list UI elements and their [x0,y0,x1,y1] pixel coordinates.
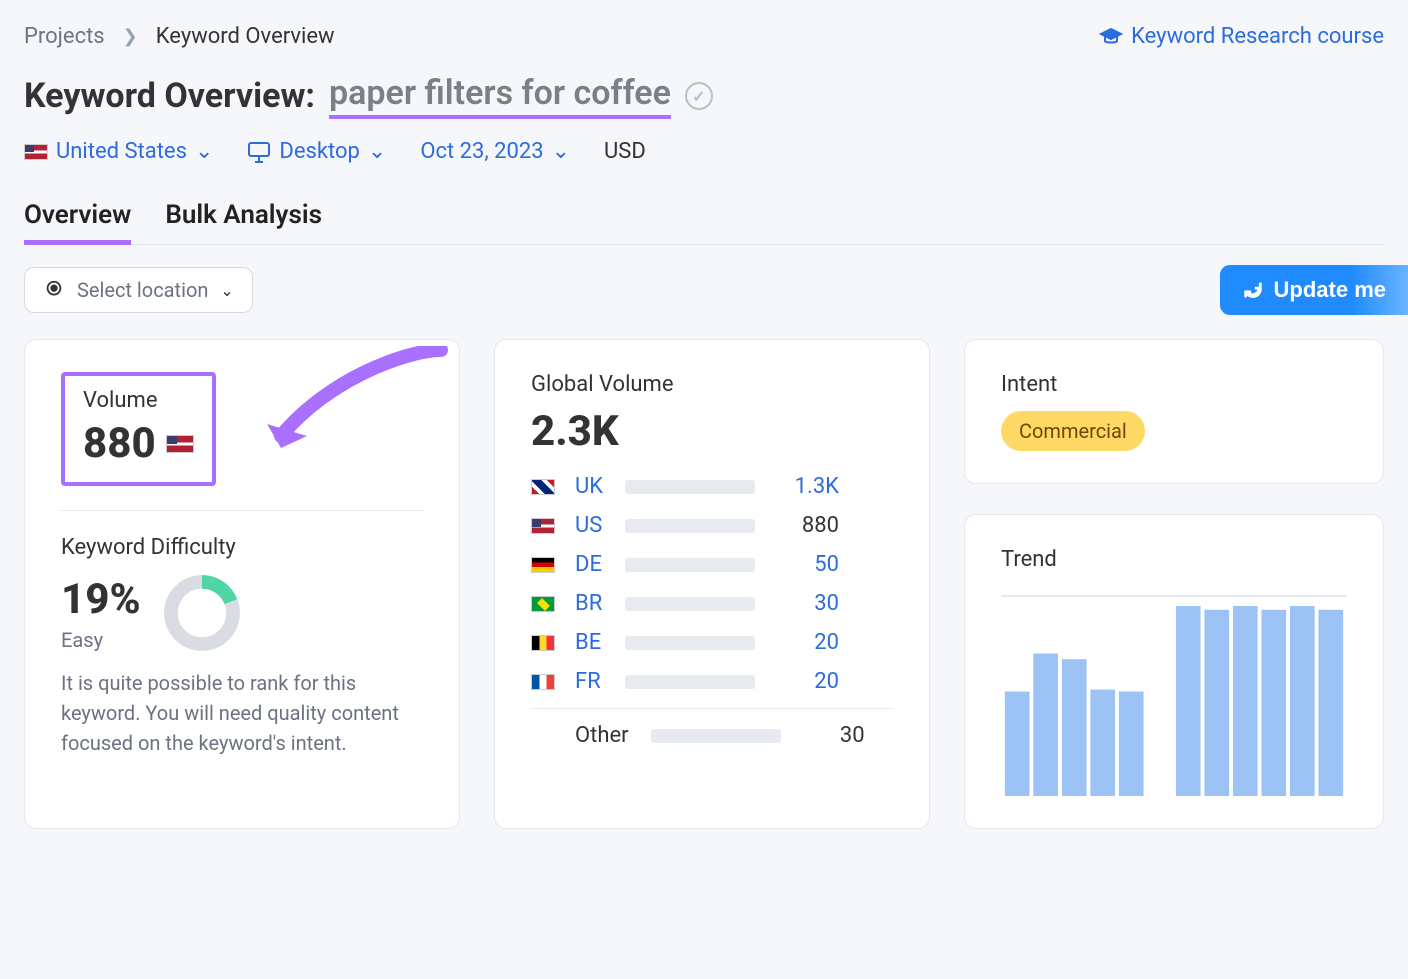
annotation-arrow-icon [261,346,461,476]
chevron-down-icon: ⌄ [368,139,386,164]
country-code[interactable]: BR [575,591,611,616]
update-button-label: Update me [1274,277,1386,303]
currency-label: USD [604,139,646,164]
global-volume-row: BR 30 [531,591,893,616]
divider [61,510,423,511]
date-filter[interactable]: Oct 23, 2023 ⌄ [420,139,570,164]
page-title: Keyword Overview: paper filters for coff… [24,73,1384,119]
uk-flag-icon [531,479,555,495]
keyword-difficulty-description: It is quite possible to rank for this ke… [61,668,423,758]
volume-highlight-box: Volume 880 [61,372,216,486]
intent-label: Intent [1001,372,1347,397]
date-filter-label: Oct 23, 2023 [420,139,543,164]
country-volume-other: 30 [795,723,865,748]
volume-bar [625,636,755,650]
keyword-difficulty-level: Easy [61,628,141,652]
country-volume[interactable]: 30 [769,591,839,616]
volume-value: 880 [83,419,156,468]
country-volume[interactable]: 20 [769,630,839,655]
trend-card: Trend [964,514,1384,829]
tab-overview[interactable]: Overview [24,200,131,245]
us-flag-icon [166,435,194,453]
country-code[interactable]: DE [575,552,611,577]
select-location-placeholder: Select location [77,278,208,302]
breadcrumb-root[interactable]: Projects [24,24,105,49]
tab-bulk-analysis[interactable]: Bulk Analysis [165,200,322,245]
country-code[interactable]: BE [575,630,611,655]
volume-bar [625,675,755,689]
select-location-dropdown[interactable]: Select location ⌄ [24,267,253,313]
volume-bar [625,558,755,572]
title-keyword: paper filters for coffee [329,73,671,119]
country-filter[interactable]: United States ⌄ [24,139,213,164]
location-pin-icon [43,279,65,301]
desktop-icon [247,141,271,163]
breadcrumb-current: Keyword Overview [156,24,335,49]
country-filter-label: United States [56,139,187,164]
us-flag-icon [531,518,555,534]
us-flag-icon [24,144,48,160]
chevron-right-icon: ❯ [123,26,138,47]
graduation-cap-icon [1099,25,1123,49]
refresh-icon [1242,279,1264,301]
trend-bar-chart [1001,586,1347,796]
country-code[interactable]: UK [575,474,611,499]
volume-bar [625,519,755,533]
global-volume-row: DE 50 [531,552,893,577]
global-volume-row: FR 20 [531,669,893,694]
chevron-down-icon: ⌄ [220,281,233,300]
global-volume-card: Global Volume 2.3K UK 1.3K US 880 DE 50 BR 30 BE… [494,339,930,829]
keyword-difficulty-label: Keyword Difficulty [61,535,423,560]
title-prefix: Keyword Overview: [24,76,315,116]
country-volume[interactable]: 50 [769,552,839,577]
volume-label: Volume [83,388,194,413]
country-volume[interactable]: 20 [769,669,839,694]
country-code[interactable]: US [575,513,611,538]
global-volume-row: BE 20 [531,630,893,655]
br-flag-icon [531,596,555,612]
country-code[interactable]: FR [575,669,611,694]
be-flag-icon [531,635,555,651]
global-volume-value: 2.3K [531,407,893,456]
keyword-research-course-link[interactable]: Keyword Research course [1099,24,1384,49]
device-filter-label: Desktop [279,139,360,164]
intent-card: Intent Commercial [964,339,1384,484]
volume-bar [625,597,755,611]
volume-bar [651,729,781,743]
keyword-difficulty-value: 19% [61,575,141,624]
de-flag-icon [531,557,555,573]
check-circle-icon[interactable]: ✓ [685,82,713,110]
chevron-down-icon: ⌄ [195,139,213,164]
update-metrics-button[interactable]: Update me [1220,265,1408,315]
volume-card: Volume 880 Keyword Difficulty 19 [24,339,460,829]
fr-flag-icon [531,674,555,690]
course-link-label: Keyword Research course [1131,24,1384,49]
global-volume-row-other: Other 30 [531,723,893,748]
country-volume[interactable]: 1.3K [769,474,839,499]
country-label-other: Other [575,723,629,748]
divider [531,708,893,709]
global-volume-label: Global Volume [531,372,893,397]
country-volume: 880 [769,513,839,538]
difficulty-donut-chart [161,572,243,654]
trend-label: Trend [1001,547,1347,572]
global-volume-row: UK 1.3K [531,474,893,499]
chevron-down-icon: ⌄ [552,139,570,164]
volume-bar [625,480,755,494]
device-filter[interactable]: Desktop ⌄ [247,139,386,164]
intent-badge: Commercial [1001,411,1145,451]
filter-bar: United States ⌄ Desktop ⌄ Oct 23, 2023 ⌄… [24,139,1384,164]
global-volume-row: US 880 [531,513,893,538]
tabs: Overview Bulk Analysis [24,200,1384,245]
action-row: Select location ⌄ Update me [24,265,1384,315]
breadcrumb: Projects ❯ Keyword Overview Keyword Rese… [24,24,1384,49]
